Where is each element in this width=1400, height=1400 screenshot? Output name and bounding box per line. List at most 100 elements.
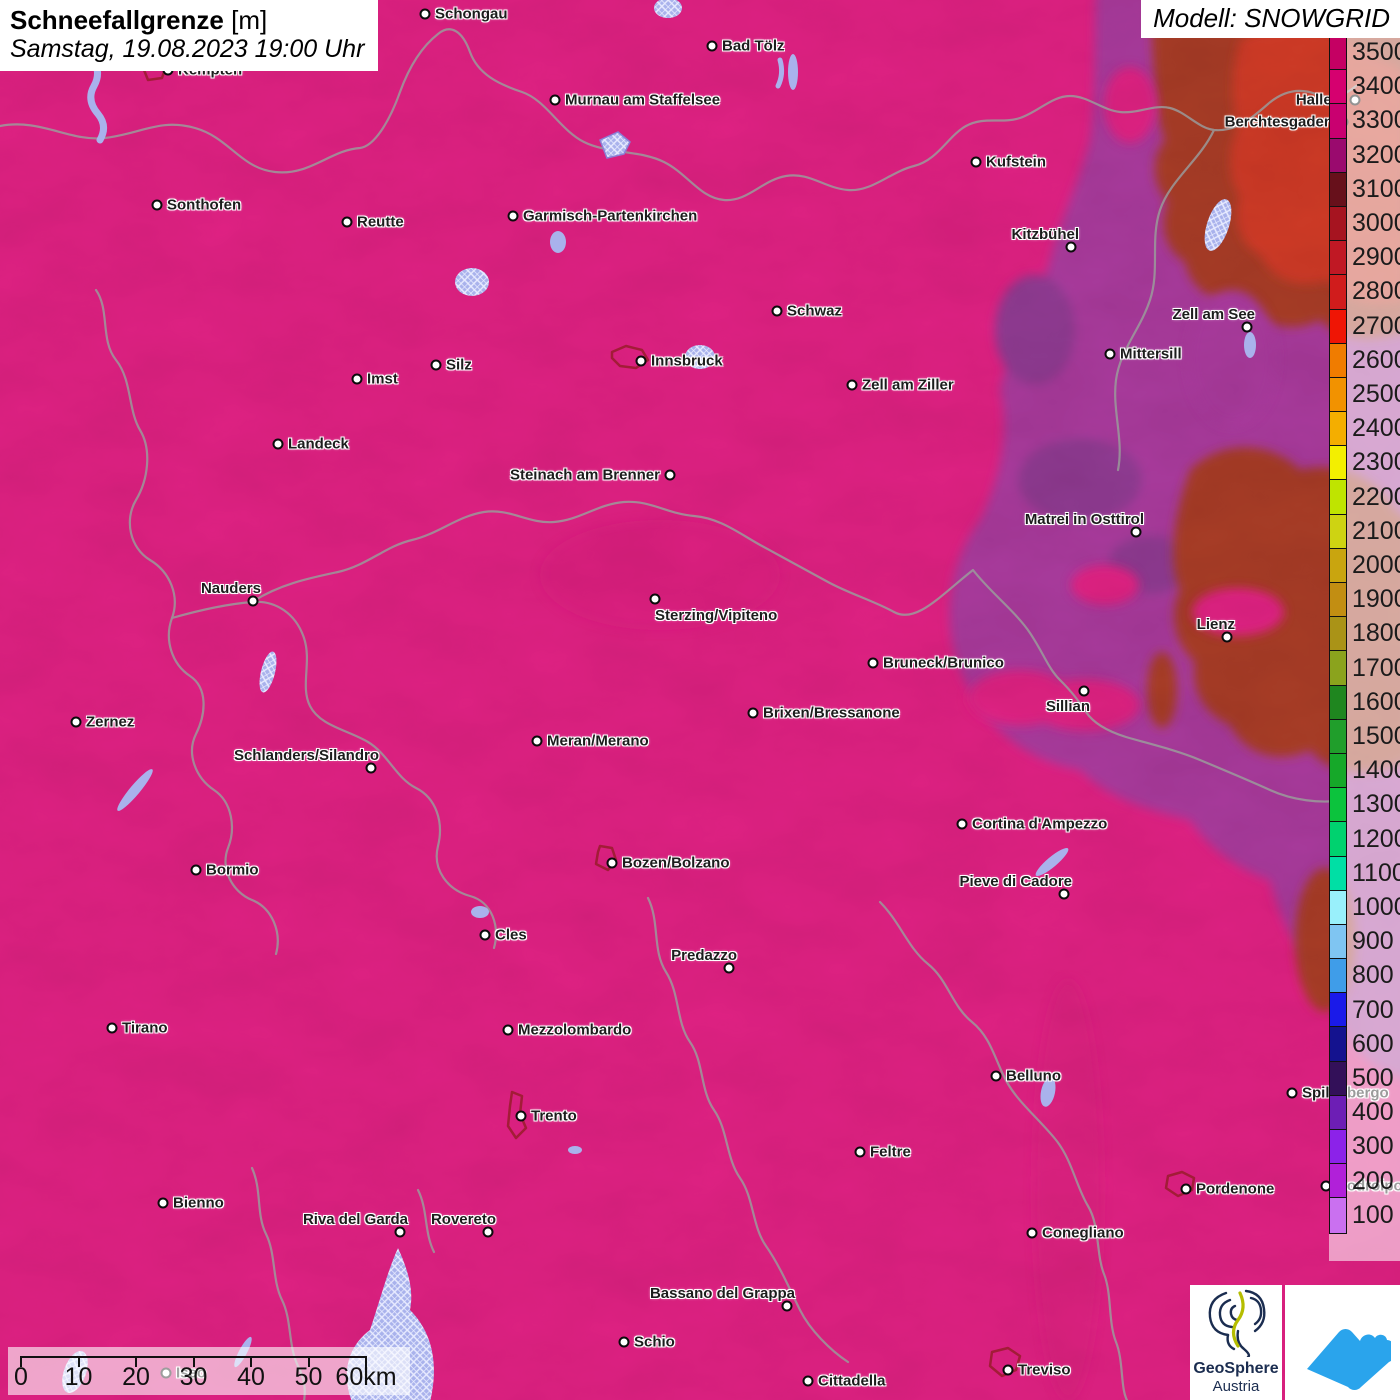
colorbar-tick-label: 3400 (1352, 72, 1400, 101)
city-label: Feltre (870, 1143, 911, 1161)
city-marker (664, 469, 676, 481)
city-marker (157, 1197, 169, 1209)
bergfex-mountain-icon (1306, 1328, 1391, 1390)
colorbar-segment (1330, 514, 1346, 549)
city-marker (394, 1226, 406, 1238)
city-marker (482, 1226, 494, 1238)
city-label: Bormio (206, 861, 259, 879)
model-label: Modell: SNOWGRID (1141, 0, 1400, 38)
city-marker (846, 379, 858, 391)
colorbar-segment (1330, 1130, 1346, 1165)
colorbar-tick-label: 1400 (1352, 756, 1400, 785)
city-marker (1104, 348, 1116, 360)
colorbar-segment (1330, 890, 1346, 925)
colorbar-tick-label: 3300 (1352, 106, 1400, 135)
city-marker (635, 355, 647, 367)
scalebar-number: 0 (14, 1363, 28, 1391)
city-marker (1078, 685, 1090, 697)
city-marker (618, 1336, 630, 1348)
colorbar-segment (1330, 172, 1346, 207)
city-marker (502, 1024, 514, 1036)
map-title: Schneefallgrenze [m] (10, 5, 364, 35)
city-label: Cittadella (818, 1372, 886, 1390)
city-marker (867, 657, 879, 669)
city-marker (1058, 888, 1070, 900)
city-label: Sillian (1045, 698, 1090, 715)
distance-scalebar: 0 10 20 30 40 50 60km (8, 1347, 410, 1395)
city-marker (771, 305, 783, 317)
colorbar-tick-label: 3100 (1352, 174, 1400, 203)
colorbar-tick-label: 1000 (1352, 893, 1400, 921)
city-label: Treviso (1018, 1361, 1071, 1379)
colorbar-tick-label: 2900 (1352, 243, 1400, 272)
colorbar-segment (1330, 651, 1346, 686)
colorbar-segment (1330, 1027, 1346, 1062)
colorbar-segment (1330, 275, 1346, 310)
colorbar-tick-label: 2600 (1352, 345, 1400, 374)
city-marker (549, 94, 561, 106)
scalebar-number: 40 (237, 1363, 265, 1391)
city-label: Reutte (357, 213, 404, 231)
colorbar-tick-label: 3200 (1352, 140, 1400, 169)
city-label: Rovereto (430, 1211, 496, 1228)
city-marker (1286, 1087, 1298, 1099)
city-marker (1241, 321, 1253, 333)
city-marker (802, 1375, 814, 1387)
colorbar-tick-label: 500 (1352, 1064, 1394, 1092)
scalebar-number: 10 (64, 1363, 93, 1391)
city-marker (970, 156, 982, 168)
colorbar-segment (1330, 70, 1346, 105)
city-label: Steinach am Brenner (509, 466, 660, 484)
colorbar-tick-label: 1100 (1352, 858, 1400, 887)
city-label: Belluno (1006, 1067, 1061, 1085)
colorbar-segment (1330, 548, 1346, 583)
city-marker (1130, 526, 1142, 538)
city-label: Mezzolombardo (518, 1021, 632, 1039)
colorbar-tick-label: 1600 (1352, 687, 1400, 716)
city-label: Bad Tölz (722, 37, 785, 55)
colorbar-segment (1330, 856, 1346, 891)
colorbar-segment (1330, 1061, 1346, 1096)
city-label: Schwaz (787, 302, 843, 320)
city-label: Conegliano (1042, 1224, 1124, 1242)
city-marker (1221, 631, 1233, 643)
colorbar-segment (1330, 753, 1346, 789)
colorbar-tick-label: 2400 (1352, 414, 1400, 443)
colorbar-tick-label: 2200 (1352, 482, 1400, 511)
city-label: Pieve di Cadore (959, 873, 1072, 890)
city-marker (515, 1110, 527, 1122)
city-marker (531, 735, 543, 747)
city-label: Schongau (435, 5, 508, 23)
colorbar-tick-label: 100 (1352, 1200, 1394, 1229)
colorbar-segment (1330, 924, 1346, 960)
title-box: Schneefallgrenze [m] Samstag, 19.08.2023… (0, 0, 379, 71)
city-marker (706, 40, 718, 52)
city-label: Silz (446, 356, 472, 374)
city-marker (272, 438, 284, 450)
title-datetime: Samstag, 19.08.2023 19:00 Uhr (10, 35, 365, 63)
colorbar-tick-label: 1300 (1352, 790, 1400, 819)
city-label: Kitzbühel (1011, 226, 1080, 243)
city-marker (723, 962, 735, 974)
city-label: Landeck (288, 435, 349, 453)
city-label: Meran/Merano (547, 732, 649, 750)
colorbar-segment (1330, 993, 1346, 1028)
geosphere-logo-country: Austria (1212, 1378, 1260, 1395)
city-label: Sonthofen (167, 196, 242, 214)
city-label: Sterzing/Vipiteno (655, 607, 778, 624)
city-label: Imst (367, 370, 398, 388)
geosphere-logo-name: GeoSphere (1193, 1360, 1279, 1377)
colorbar-tick-label: 2700 (1352, 311, 1400, 340)
colorbar-tick-label: 1700 (1352, 653, 1400, 682)
city-label: Tirano (122, 1019, 168, 1037)
colorbar (1329, 35, 1347, 1234)
colorbar-segment (1330, 36, 1346, 71)
title-variable: Schneefallgrenze (10, 5, 224, 35)
colorbar-tick-label: 2500 (1352, 380, 1400, 408)
colorbar-segment (1330, 241, 1346, 276)
city-marker (1065, 241, 1077, 253)
city-label: Murnau am Staffelsee (565, 91, 721, 109)
colorbar-segment (1330, 1095, 1346, 1130)
colorbar-segment (1330, 343, 1346, 378)
colorbar-segment (1330, 377, 1346, 413)
